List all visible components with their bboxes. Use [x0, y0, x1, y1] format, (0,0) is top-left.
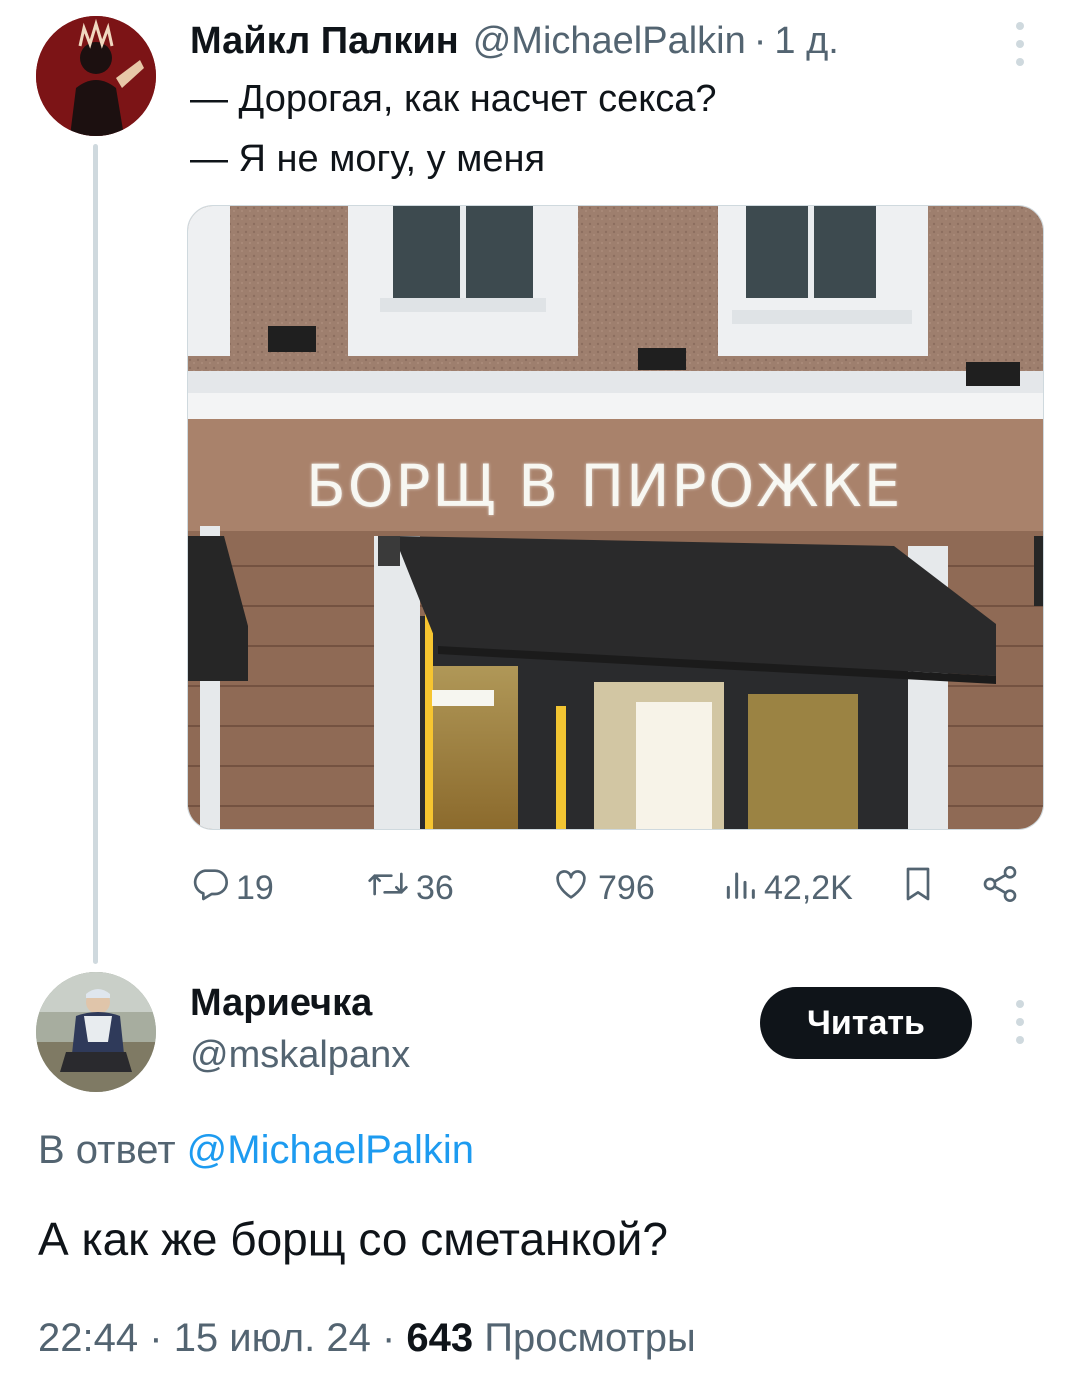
tweet-actions: 19 36 796 42,2K: [190, 864, 1030, 908]
tweet-header: Майкл Палкин @MichaelPalkin · 1 д.: [190, 20, 839, 64]
reply-author-avatar[interactable]: [36, 972, 156, 1092]
share-button[interactable]: [980, 864, 1026, 913]
reply-icon: [190, 864, 236, 913]
in-reply-to: В ответ @MichaelPalkin: [38, 1128, 474, 1173]
image-sign-text: БОРЩ В ПИРОЖКЕ: [306, 452, 903, 520]
more-icon[interactable]: [1008, 22, 1032, 66]
reply-author-name[interactable]: Мариечка: [190, 982, 372, 1025]
views-icon: [722, 864, 764, 913]
reply-date[interactable]: 15 июл. 24: [174, 1316, 371, 1360]
author-avatar[interactable]: [36, 16, 156, 136]
reply-author-handle[interactable]: @mskalpanx: [190, 1034, 410, 1077]
reply-button[interactable]: 19: [190, 864, 274, 913]
separator-dot: ·: [149, 1316, 163, 1360]
like-icon: [550, 864, 598, 913]
tweet-time[interactable]: 1 д.: [774, 20, 838, 63]
retweet-icon: [366, 864, 416, 913]
tweet-text-line-1: — Дорогая, как насчет секса?: [190, 78, 717, 120]
author-handle[interactable]: @MichaelPalkin: [473, 20, 746, 63]
like-button[interactable]: 796: [550, 864, 655, 913]
views-count: 42,2K: [764, 869, 853, 907]
views-button[interactable]: 42,2K: [722, 864, 853, 913]
in-reply-prefix: В ответ: [38, 1128, 176, 1172]
author-name[interactable]: Майкл Палкин: [190, 20, 459, 63]
in-reply-mention[interactable]: @MichaelPalkin: [187, 1128, 474, 1172]
tweet-text-line-2: — Я не могу, у меня: [190, 138, 546, 180]
tweet-image[interactable]: БОРЩ В ПИРОЖКЕ: [187, 205, 1044, 830]
reply-views-count: 643: [406, 1316, 474, 1360]
reply-text: А как же борщ со сметанкой?: [38, 1213, 668, 1265]
share-icon: [980, 864, 1026, 913]
bookmark-icon: [900, 864, 942, 913]
reply-meta: 22:44 · 15 июл. 24 · 643 Просмотры: [38, 1316, 696, 1361]
more-icon[interactable]: [1008, 1000, 1032, 1044]
like-count: 796: [598, 869, 655, 907]
follow-button[interactable]: Читать: [760, 987, 972, 1059]
retweet-button[interactable]: 36: [366, 864, 454, 913]
bookmark-button[interactable]: [900, 864, 942, 913]
reply-count: 19: [236, 869, 274, 907]
separator-dot: ·: [753, 20, 767, 62]
reply-views-label[interactable]: Просмотры: [484, 1316, 695, 1360]
separator-dot: ·: [381, 1316, 396, 1360]
retweet-count: 36: [416, 869, 454, 907]
thread-line: [93, 144, 98, 964]
reply-time[interactable]: 22:44: [38, 1316, 138, 1360]
